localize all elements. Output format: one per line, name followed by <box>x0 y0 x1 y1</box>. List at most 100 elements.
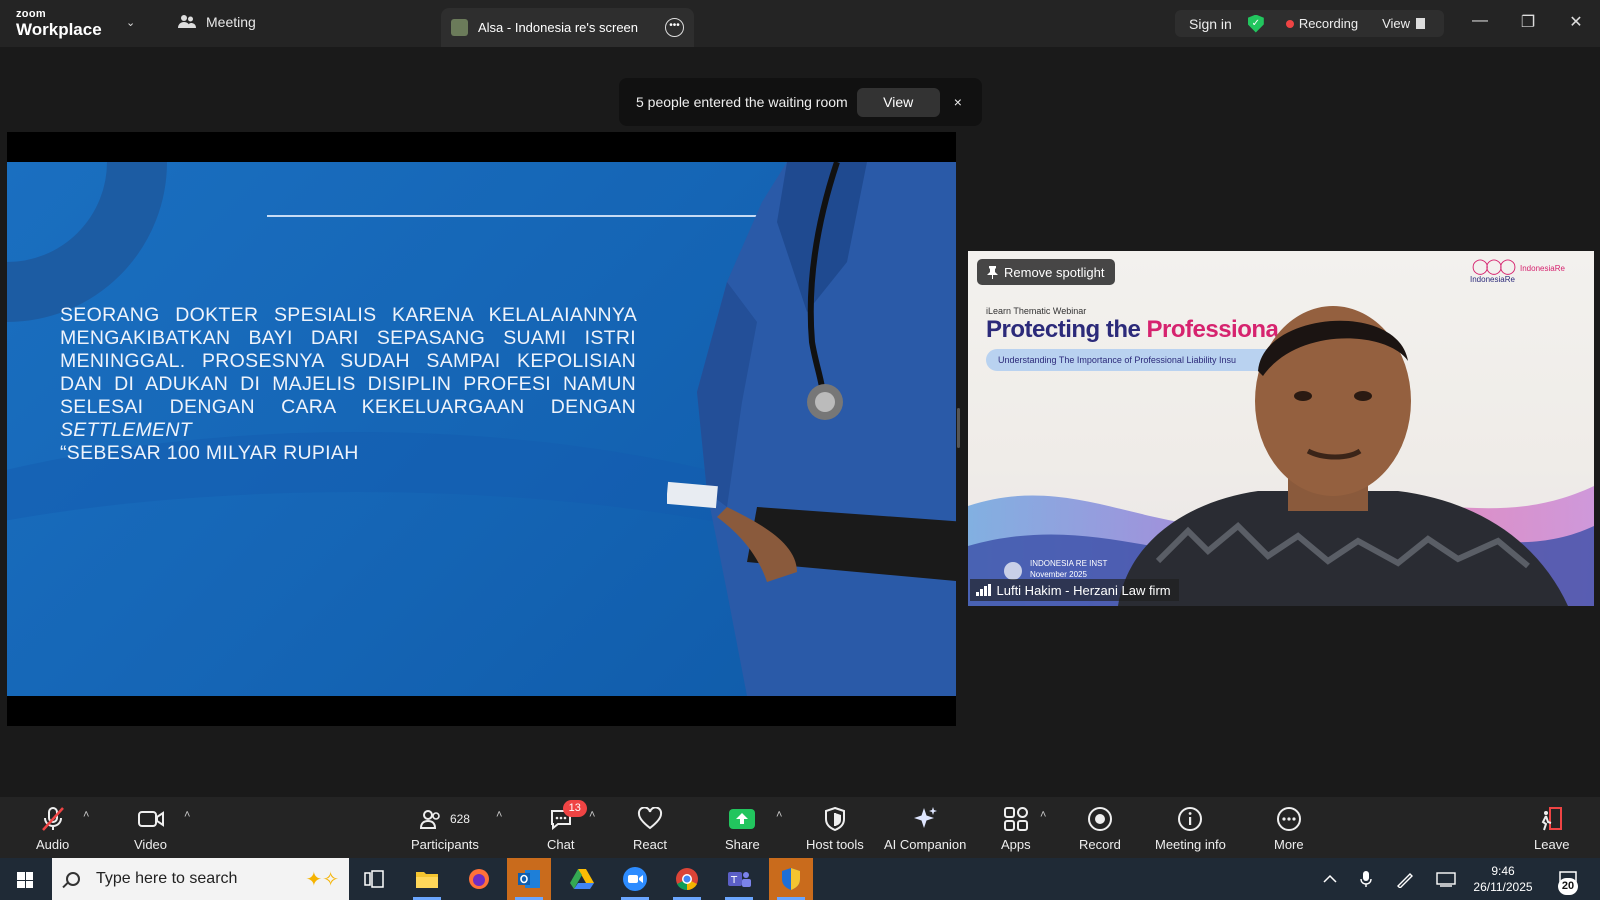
windows-start-icon[interactable] <box>17 872 33 888</box>
title-bar: zoom Workplace ⌄ Meeting Alsa - Indonesi… <box>0 0 1600 47</box>
microphone-tray-icon[interactable] <box>1360 858 1372 900</box>
participants-button[interactable]: 628 Participants <box>411 806 479 852</box>
chat-label: Chat <box>547 837 575 852</box>
audio-options-caret[interactable]: ˄ <box>83 809 89 821</box>
meeting-info-button[interactable]: Meeting info <box>1155 806 1226 852</box>
security-shield-icon[interactable]: ✓ <box>1247 14 1264 33</box>
search-placeholder: Type here to search <box>96 870 238 887</box>
share-label: Share <box>725 837 760 852</box>
view-button[interactable]: View <box>1382 16 1410 31</box>
teams-icon[interactable]: T <box>717 858 761 900</box>
speaker-person <box>1118 306 1568 606</box>
ai-companion-button[interactable]: AI Companion <box>884 806 966 852</box>
sparkle-icon <box>914 807 938 828</box>
file-explorer-icon[interactable] <box>405 858 449 900</box>
restore-icon[interactable]: ❐ <box>1518 12 1538 32</box>
logo-line2: Workplace <box>16 20 102 39</box>
participants-label: Participants <box>411 837 479 852</box>
participants-icon <box>419 810 440 829</box>
speaker-video[interactable]: iLearn Thematic Webinar Protecting the P… <box>968 251 1594 606</box>
search-icon <box>66 872 80 886</box>
zoom-logo[interactable]: zoom Workplace <box>16 8 102 39</box>
share-button[interactable]: Share <box>725 806 760 852</box>
video-button[interactable]: Video <box>134 806 167 852</box>
react-label: React <box>633 837 667 852</box>
recording-status[interactable]: Recording <box>1299 16 1358 31</box>
view-layout-icon <box>1416 18 1426 29</box>
tab-shared-screen[interactable]: Alsa - Indonesia re's screen ••• <box>441 8 694 47</box>
react-button[interactable]: React <box>633 806 667 852</box>
apps-label: Apps <box>1001 837 1031 852</box>
chat-button[interactable]: 13 Chat <box>547 800 587 852</box>
slide-line: MENGAKIBATKAN BAYI DARI SEPASANG SUAMI I… <box>60 327 636 349</box>
video-options-caret[interactable]: ˄ <box>184 809 190 821</box>
close-icon[interactable]: × <box>954 94 962 110</box>
inst-line1: INDONESIA RE INST <box>1030 559 1108 568</box>
slide-line: DENGAN CARA KEKELUARGAAN DENGAN <box>169 396 636 418</box>
chat-options-caret[interactable]: ˄ <box>589 809 595 821</box>
apps-button[interactable]: Apps <box>1001 806 1031 852</box>
zoom-app-icon[interactable] <box>613 858 657 900</box>
notification-view-button[interactable]: View <box>856 87 940 117</box>
chrome-icon[interactable] <box>665 858 709 900</box>
recording-dot-icon <box>1285 19 1294 28</box>
slide-line: “SEBESAR 100 MILYAR RUPIAH <box>60 442 359 464</box>
apps-options-caret[interactable]: ˄ <box>1040 809 1046 821</box>
chat-unread-badge: 13 <box>562 800 587 817</box>
system-clock[interactable]: 9:46 26/11/2025 <box>1468 863 1538 895</box>
audio-label: Audio <box>36 837 70 852</box>
clock-time: 9:46 <box>1491 864 1515 878</box>
close-window-icon[interactable]: ✕ <box>1566 12 1586 32</box>
display-tray-icon[interactable] <box>1436 858 1456 900</box>
task-view-icon[interactable] <box>352 858 396 900</box>
resize-handle[interactable] <box>957 408 960 448</box>
show-hidden-icons[interactable] <box>1322 858 1338 900</box>
audio-button[interactable]: Audio <box>36 806 69 852</box>
meeting-info-label: Meeting info <box>1155 837 1226 852</box>
heart-icon <box>637 807 662 830</box>
shield-icon <box>824 807 845 831</box>
ai-companion-label: AI Companion <box>884 837 967 852</box>
institute-label: INDONESIA RE INST November 2025 <box>1030 558 1107 580</box>
more-options-icon[interactable]: ••• <box>665 18 684 37</box>
outlook-icon[interactable] <box>507 858 551 900</box>
remove-spotlight-button[interactable]: Remove spotlight <box>977 259 1116 285</box>
webinar-label: iLearn Thematic Webinar <box>986 306 1087 316</box>
more-button[interactable]: More <box>1274 806 1304 852</box>
participant-name: Lufti Hakim - Herzani Law firm <box>996 582 1171 598</box>
share-options-caret[interactable]: ˄ <box>776 809 782 821</box>
indonesiare-logo: ◯◯◯ IndonesiaRe <box>1470 258 1516 284</box>
security-app-icon[interactable] <box>769 858 813 900</box>
mic-muted-icon <box>41 807 64 831</box>
notification-count-badge: 20 <box>1558 878 1578 895</box>
pen-tray-icon[interactable] <box>1396 858 1414 900</box>
logo-line1: zoom <box>16 8 46 20</box>
sign-in-button[interactable]: Sign in <box>1189 16 1232 32</box>
pin-icon <box>987 265 998 279</box>
info-icon <box>1178 807 1203 831</box>
tab-meeting-label: Meeting <box>206 14 256 30</box>
slide-italic-word: SETTLEMENT <box>60 419 192 441</box>
slide-line: SEORANG DOKTER SPESIALIS KARENA KELALAIA… <box>60 304 636 326</box>
share-screen-icon <box>729 809 756 829</box>
apps-icon <box>1003 807 1028 831</box>
avatar <box>451 19 468 36</box>
top-right-controls: Sign in ✓ Recording View <box>1175 10 1444 37</box>
firefox-icon[interactable] <box>457 858 501 900</box>
video-camera-icon <box>137 811 164 827</box>
google-drive-icon[interactable] <box>560 858 604 900</box>
chevron-down-icon[interactable]: ⌄ <box>126 16 135 29</box>
record-button[interactable]: Record <box>1079 806 1121 852</box>
meeting-toolbar: Audio ˄ Video ˄ 628 Participants ˄ 13 Ch… <box>0 797 1600 858</box>
host-tools-label: Host tools <box>806 837 864 852</box>
record-icon <box>1087 807 1112 831</box>
more-dots-icon <box>1276 807 1301 831</box>
host-tools-button[interactable]: Host tools <box>806 806 864 852</box>
tab-meeting[interactable]: Meeting <box>178 14 256 30</box>
video-label: Video <box>134 837 168 852</box>
leave-button[interactable]: Leave <box>1534 806 1569 852</box>
minimize-icon[interactable]: — <box>1470 12 1490 30</box>
shared-screen[interactable]: SEORANG DOKTER SPESIALIS KARENA KELALAIA… <box>7 132 956 726</box>
taskbar-search-box[interactable]: Type here to search ✦✧ <box>52 858 349 900</box>
participants-options-caret[interactable]: ˄ <box>496 809 502 821</box>
